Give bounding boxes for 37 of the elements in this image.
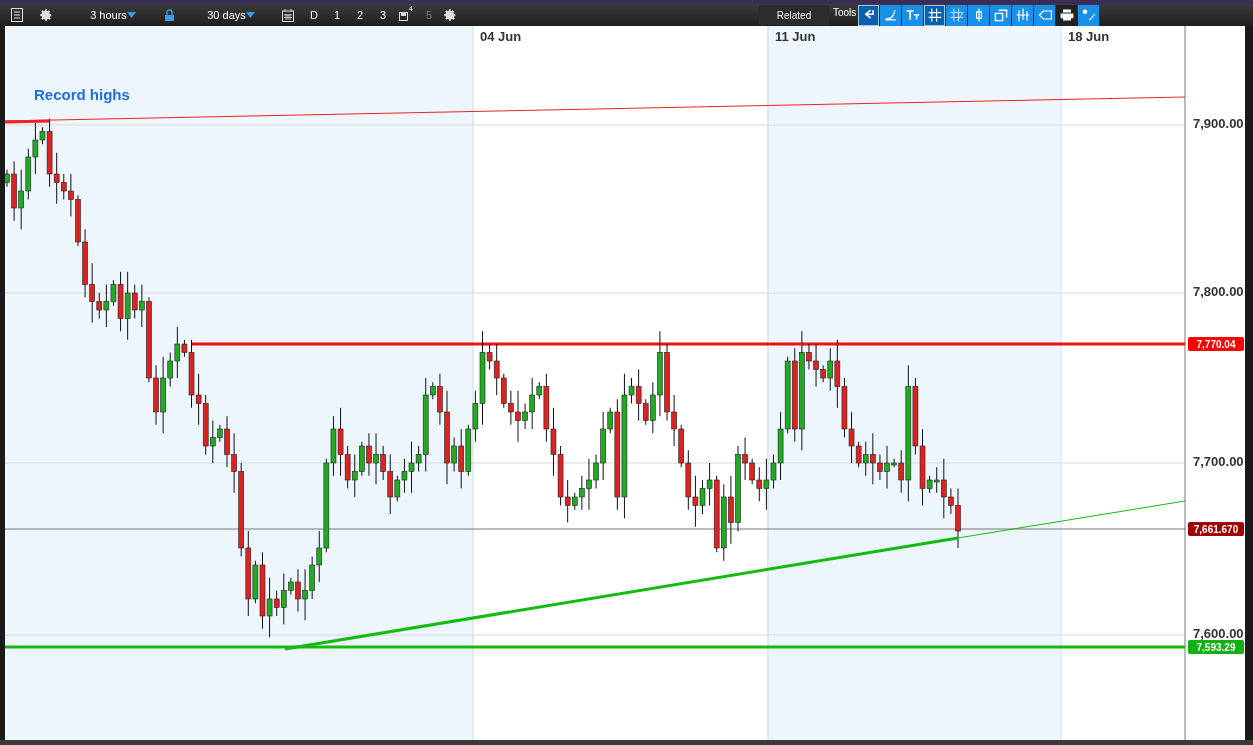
price-tag: 7,661.670 (1188, 522, 1244, 536)
bars-tool-icon[interactable] (1012, 4, 1034, 26)
caret-icon (245, 12, 255, 18)
caret-icon (126, 12, 136, 18)
print-tool-icon[interactable] (1056, 4, 1078, 26)
period-button[interactable]: 2 (350, 5, 370, 25)
related-button[interactable]: Related (759, 5, 829, 25)
list-icon[interactable] (11, 8, 23, 22)
date-label: 11 Jun (775, 29, 816, 44)
period-button[interactable]: 1 (327, 5, 347, 25)
lock-icon[interactable] (165, 9, 174, 21)
text-tool-icon[interactable] (902, 4, 924, 26)
period-button[interactable]: 3 (373, 5, 393, 25)
price-label: 7,800.00 (1193, 284, 1244, 299)
candle-tool-icon[interactable] (968, 4, 990, 26)
date-label: 04 Jun (480, 29, 522, 44)
settings-icon[interactable] (443, 8, 457, 22)
range-dropdown[interactable]: 30 days (188, 5, 274, 25)
interval-dropdown[interactable]: 3 hours (69, 5, 157, 25)
price-tag: 7,593.29 (1188, 640, 1244, 654)
settings-icon[interactable] (39, 8, 53, 22)
calendar-icon[interactable] (282, 8, 294, 22)
price-label: 7,900.00 (1193, 116, 1244, 131)
tag-tool-icon[interactable] (1034, 4, 1056, 26)
price-label: 7,700.00 (1193, 454, 1244, 469)
price-label: 7,600.00 (1193, 626, 1244, 641)
date-label: 18 Jun (1068, 29, 1110, 44)
curve-tool-icon[interactable] (880, 4, 902, 26)
arrow-tool-icon[interactable] (858, 4, 880, 26)
pencil-tool-icon[interactable] (946, 4, 968, 26)
record-highs-label: Record highs (34, 86, 130, 103)
tools-label: Tools (833, 6, 857, 20)
price-tag: 7,770.04 (1188, 337, 1244, 351)
windows-tool-icon[interactable] (990, 4, 1012, 26)
period-button[interactable]: D (304, 5, 324, 25)
save-icon (399, 12, 409, 21)
grid-tool-icon[interactable] (924, 4, 946, 26)
